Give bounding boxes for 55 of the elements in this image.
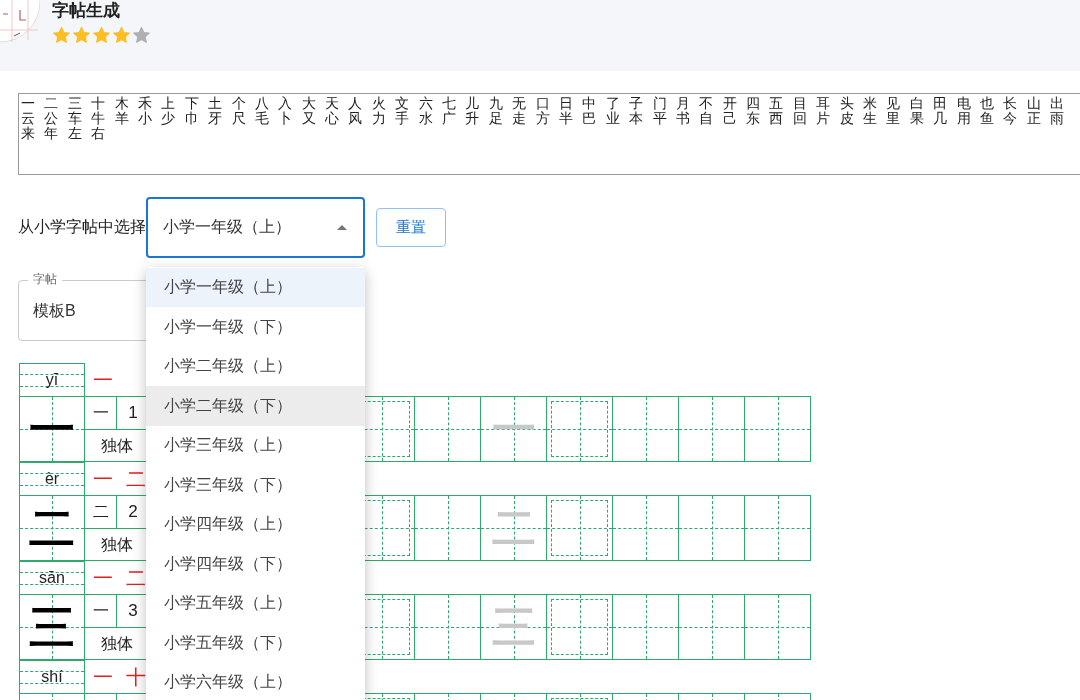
radical-cell: 一 bbox=[85, 397, 117, 430]
structure-cell-text: 独体 bbox=[100, 435, 134, 456]
pinyin-cell: yī bbox=[19, 363, 85, 396]
stroke-step: 二 bbox=[124, 463, 148, 494]
dropdown-option[interactable]: 小学三年级（下） bbox=[146, 465, 365, 505]
dropdown-option[interactable]: 小学四年级（下） bbox=[146, 544, 365, 584]
grid-cell bbox=[613, 495, 679, 561]
stroke-step: 二 bbox=[124, 562, 148, 593]
character-cell: 二 bbox=[20, 495, 85, 561]
dropdown-option[interactable]: 小学五年级（下） bbox=[146, 623, 365, 663]
select-label: 从小学字帖中选择 bbox=[18, 217, 146, 237]
grid-cell bbox=[679, 594, 745, 660]
radical-cell: 一 bbox=[85, 595, 117, 628]
star-icon bbox=[132, 26, 151, 45]
pinyin-cell: shí bbox=[19, 660, 85, 693]
character-cell: 三 bbox=[20, 594, 85, 660]
grid-cell bbox=[679, 495, 745, 561]
stroke-count-cell: 1 bbox=[117, 397, 149, 430]
character-cell: 一 bbox=[20, 396, 85, 462]
dropdown-option[interactable]: 小学一年级（下） bbox=[146, 307, 365, 347]
grid-cell bbox=[745, 495, 811, 561]
field-label: 字帖 bbox=[28, 271, 62, 287]
stroke-step: 一 bbox=[91, 562, 115, 593]
dropdown-option[interactable]: 小学二年级（下） bbox=[146, 386, 365, 426]
dropdown-option[interactable]: 小学六年级（上） bbox=[146, 662, 365, 700]
dropdown-option[interactable]: 小学三年级（上） bbox=[146, 425, 365, 465]
grid-cell bbox=[745, 594, 811, 660]
radical-cell: 二 bbox=[85, 496, 117, 529]
characters-field[interactable]: 一 二 三 十 木 禾 上 下 土 个 八 入 大 天 人 火 文 六 七 儿 九 无 口 日 中 了 子 门 月 不 开 四 五 目 耳 头 米 见 白 田 电 也 长 山 出 云 公 车 牛 羊 小 少 巾 牙 尺 毛 卜 又 心 风 力 手 水 广 升 足 走 方 半 巴 业 本 平 书 自 己 东 西 回 片 皮 生 里 果 几 用 鱼 今 正 雨 来 年 左 右 bbox=[18, 93, 1080, 175]
structure-cell-text: 独体 bbox=[100, 633, 134, 654]
caret-icon bbox=[337, 224, 347, 230]
dropdown-option[interactable]: 小学一年级（上） bbox=[146, 267, 365, 307]
grid-cell bbox=[745, 396, 811, 462]
dropdown-option[interactable]: 小学二年级（上） bbox=[146, 346, 365, 386]
dropdown-option[interactable]: 小学五年级（上） bbox=[146, 583, 365, 623]
star-icon bbox=[92, 26, 111, 45]
app-title: 字帖生成 bbox=[52, 1, 121, 21]
dropdown-option[interactable]: 小学四年级（上） bbox=[146, 504, 365, 544]
grid-cell bbox=[679, 396, 745, 462]
star-icon bbox=[72, 26, 91, 45]
stroke-step: 一 bbox=[91, 463, 115, 494]
reset-button[interactable]: 重置 bbox=[376, 207, 446, 247]
star-icon bbox=[112, 26, 131, 45]
stroke-step: 一 bbox=[91, 661, 115, 692]
grid-cell bbox=[613, 396, 679, 462]
pinyin-cell: sān bbox=[19, 561, 85, 594]
stroke-count-cell: 2 bbox=[117, 496, 149, 529]
stroke-count-cell: 3 bbox=[117, 595, 149, 628]
star-icon bbox=[52, 26, 71, 45]
stroke-step: 一 bbox=[91, 364, 115, 395]
grid-cell bbox=[613, 594, 679, 660]
structure-cell-text: 独体 bbox=[100, 534, 134, 555]
grade-select[interactable]: 小学一年级（上） bbox=[146, 196, 365, 258]
pinyin-cell: èr bbox=[19, 462, 85, 495]
stroke-step: 十 bbox=[124, 661, 148, 692]
